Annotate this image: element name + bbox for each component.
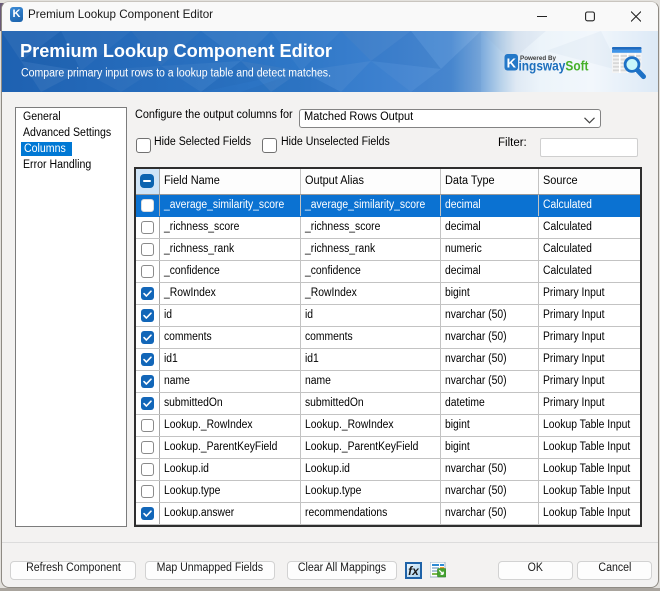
- svg-text:K: K: [507, 56, 517, 71]
- svg-text:Compare primary input rows to: Compare primary input rows to a lookup t…: [21, 68, 331, 80]
- svg-text:ingswaySoft: ingswaySoft: [519, 59, 589, 74]
- svg-text:Premium Lookup Component Edito: Premium Lookup Component Editor: [20, 40, 332, 61]
